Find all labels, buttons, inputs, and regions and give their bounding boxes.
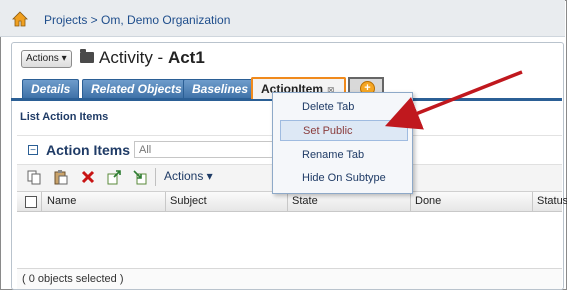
toolbar-actions-button[interactable]: Actions ▾ (164, 169, 213, 183)
breadcrumb-bar: Projects > Om, Demo Organization (0, 0, 565, 37)
home-icon[interactable] (12, 11, 28, 27)
select-all-checkbox[interactable] (25, 196, 37, 208)
actions-menu-button[interactable]: Actions ▾ (21, 50, 72, 68)
import-icon[interactable] (132, 169, 148, 185)
menu-item-hide-on-subtype[interactable]: Hide On Subtype (280, 168, 408, 189)
column-header-name[interactable]: Name (47, 195, 76, 207)
copy-icon[interactable] (26, 169, 42, 185)
column-divider (165, 192, 166, 211)
section-title: List Action Items (20, 111, 109, 123)
breadcrumb[interactable]: Projects > Om, Demo Organization (44, 13, 230, 27)
delete-icon[interactable] (80, 169, 96, 185)
column-divider (41, 192, 42, 211)
filter-select[interactable]: All (134, 141, 274, 158)
table-header (17, 192, 562, 212)
selection-count: ( 0 objects selected ) (22, 273, 124, 285)
column-header-subject[interactable]: Subject (170, 195, 207, 207)
collapse-icon[interactable]: − (28, 145, 38, 156)
paste-icon[interactable] (53, 169, 69, 185)
column-divider (532, 192, 533, 211)
tab-baselines[interactable]: Baselines (183, 79, 258, 98)
tab-details[interactable]: Details (22, 79, 80, 98)
page-title: Activity - Act1 (99, 48, 205, 68)
menu-item-delete-tab[interactable]: Delete Tab (280, 97, 408, 118)
column-header-status[interactable]: Status (537, 195, 567, 207)
page-title-name: Act1 (167, 48, 205, 67)
menu-item-set-public[interactable]: Set Public (280, 120, 408, 141)
export-icon[interactable] (106, 169, 122, 185)
column-divider (287, 192, 288, 211)
tab-related-objects[interactable]: Related Objects (82, 79, 191, 98)
toolbar-separator (155, 168, 156, 186)
folder-icon (80, 49, 94, 63)
menu-item-rename-tab[interactable]: Rename Tab (280, 145, 408, 166)
column-divider (410, 192, 411, 211)
action-items-title: Action Items (46, 142, 131, 158)
column-header-state[interactable]: State (292, 195, 318, 207)
column-header-done[interactable]: Done (415, 195, 441, 207)
page-title-prefix: Activity - (99, 48, 168, 67)
